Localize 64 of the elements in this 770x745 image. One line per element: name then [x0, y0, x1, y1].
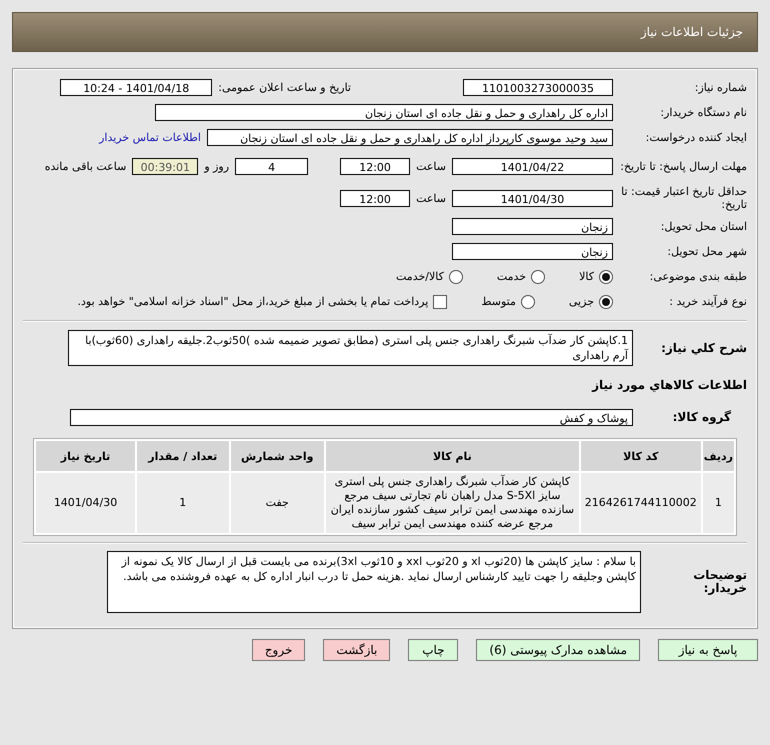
radio-button[interactable]	[531, 270, 546, 284]
radio-button[interactable]	[599, 294, 613, 308]
checkbox-label: پرداخت تمام یا بخشی از مبلغ خرید،از محل "اسناد خزانه اسلامی" خواهد بود.	[78, 295, 428, 308]
field-label: ساعت باقی مانده	[44, 160, 126, 172]
field-label: روز و	[204, 160, 230, 172]
radio-button[interactable]	[599, 270, 613, 284]
buyer-contact-link[interactable]: اطلاعات تماس خریدار	[99, 131, 201, 144]
option-label: کالا/خدمت	[396, 270, 444, 283]
action-button[interactable]: خروج	[252, 639, 306, 661]
table-cell: جفت	[230, 473, 324, 533]
field-label: استان محل تحویل:	[660, 220, 747, 233]
field-label: تاریخ و ساعت اعلان عمومی:	[218, 81, 351, 94]
table-cell: کاپشن کار ضدآب شبرنگ راهداری جنس پلی استری سایز S-5Xl مدل راهبان نام تجارتی سیف مرجع سازنده مهندسی ایمن ترابر سیف کشور سازنده ایران مرجع عرضه کننده مهندسی ایمن ترابر سیف	[326, 473, 579, 533]
radio-button[interactable]	[448, 270, 463, 284]
field-label: طبقه بندی موضوعی:	[648, 270, 747, 283]
province-field: زنجان	[452, 218, 613, 235]
field-label: نام دستگاه خریدار:	[659, 106, 747, 119]
column-header: نام کالا	[326, 441, 579, 471]
field-label: ایجاد کننده درخواست:	[644, 131, 747, 144]
option-label: خدمت	[496, 270, 526, 283]
option-label: متوسط	[481, 295, 516, 308]
column-header: ردیف	[702, 441, 734, 471]
page-title: جزئیات اطلاعات نیاز	[640, 25, 743, 39]
field-label: شهر محل تحویل:	[666, 245, 747, 258]
field-label: شماره نیاز:	[694, 81, 747, 94]
table-cell: 1	[702, 473, 734, 533]
need-number-field: 1101003273000035	[463, 79, 613, 96]
requester-field: سید وحید موسوی کارپرداز اداره کل راهداری و حمل و نقل جاده ای استان زنجان	[207, 129, 613, 146]
field-label: توضیحات خریدار:	[692, 569, 747, 595]
column-header: تاریخ نیاز	[36, 441, 136, 471]
column-header: واحد شمارش	[230, 441, 324, 471]
validity-date-field: 1401/04/30	[452, 190, 613, 206]
city-field: زنجان	[452, 243, 613, 260]
section-heading: اطلاعات کالاهاي مورد نیاز	[592, 378, 747, 392]
radio-button[interactable]	[520, 294, 535, 308]
days-field: 4	[235, 158, 308, 174]
column-header: کد کالا	[580, 441, 701, 471]
remaining-time-field: 00:39:01	[132, 158, 198, 174]
buyer-org-field: اداره کل راهداری و حمل و نقل جاده ای استان زنجان	[155, 104, 613, 121]
field-label: حداقل تاریخ اعتبار قیمت: تا تاریخ:	[620, 185, 747, 211]
field-label: مهلت ارسال پاسخ: تا تاریخ:	[619, 160, 747, 172]
action-button[interactable]: بازگشت	[323, 639, 390, 661]
field-label: نوع فرآیند خرید :	[668, 295, 747, 308]
deadline-date-field: 1401/04/22	[452, 158, 613, 174]
deadline-time-field: 12:00	[340, 158, 410, 174]
action-button[interactable]: چاپ	[408, 639, 458, 661]
goods-group-field: پوشاک و کفش	[70, 408, 633, 426]
table-cell: 2164261744110002	[580, 473, 701, 533]
field-label: ساعت	[416, 160, 446, 172]
action-button[interactable]: مشاهده مدارک پیوستی (6)	[476, 639, 640, 661]
field-label: شرح کلي نیاز:	[660, 342, 747, 354]
checkbox[interactable]	[433, 294, 448, 308]
action-button[interactable]: پاسخ به نیاز	[658, 639, 758, 661]
buyer-notes-box: با سلام : سایز کاپشن ها (20ثوب xl و 20ثوب xxl و 10ثوب 3xl)برنده می بایست قبل از ارسال کالا یک نمونه از کاپشن وجلیقه را جهت تایید کارشناس ارسال نماید .هزینه حمل تا درب انبار اداره کل به عهده فروشنده می باشد.	[107, 551, 641, 613]
option-label: جزیی	[568, 295, 594, 308]
field-label: ساعت	[416, 192, 446, 204]
field-label: گروه کالا:	[672, 410, 732, 424]
option-label: کالا	[579, 270, 594, 283]
column-header: تعداد / مقدار	[137, 441, 229, 471]
description-box: 1.کاپشن کار ضدآب شبرنگ راهداری جنس پلی استری (مطابق تصویر ضمیمه شده )50ثوب2.جلیقه راهداری (60ثوب)با آرم راهداری	[68, 330, 633, 366]
table-cell: 1401/04/30	[36, 473, 136, 533]
validity-time-field: 12:00	[340, 190, 410, 206]
table-cell: 1	[137, 473, 229, 533]
announce-date-field: 1401/04/18 - 10:24	[60, 79, 212, 96]
